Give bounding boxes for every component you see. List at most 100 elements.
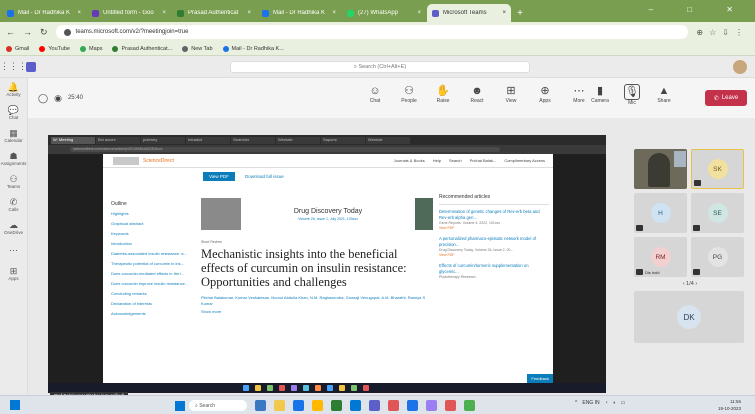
- wifi-icon[interactable]: ◔: [605, 400, 608, 406]
- chat-button[interactable]: ☺ Chat: [363, 84, 387, 104]
- participant-tile[interactable]: PG: [691, 237, 744, 277]
- recommended-title[interactable]: Determination of genetic changes of Rev-…: [439, 209, 549, 220]
- download-issue-link[interactable]: Download full issue: [245, 174, 284, 179]
- close-icon[interactable]: ×: [502, 10, 506, 16]
- gallery-pager[interactable]: ‹ 1/4 ›: [634, 281, 746, 287]
- outline-item[interactable]: Introduction: [111, 241, 193, 246]
- rail-item-onedrive[interactable]: ☁ OneDrive: [0, 216, 27, 238]
- outline-item[interactable]: Graphical abstract: [111, 221, 193, 226]
- close-icon[interactable]: ×: [332, 10, 336, 16]
- journal-name[interactable]: Drug Discovery Today: [249, 208, 407, 215]
- tray-arrow-icon[interactable]: ^: [575, 400, 577, 406]
- leave-button[interactable]: ✆ Leave: [705, 90, 747, 106]
- taskbar-app-icon[interactable]: [407, 400, 418, 411]
- browser-tab[interactable]: Microsoft Teams ×: [427, 4, 511, 22]
- participant-tile[interactable]: [634, 149, 687, 189]
- raise-button[interactable]: ✋ Raise: [431, 84, 455, 104]
- feedback-button[interactable]: Feedback: [527, 374, 553, 383]
- taskbar-app-icon[interactable]: [464, 400, 475, 411]
- participant-tile[interactable]: SE: [691, 193, 744, 233]
- browser-tab[interactable]: Untitled form - Goo ×: [87, 4, 171, 22]
- outline-item[interactable]: Does curcumin-mediated effects in the i.…: [111, 271, 193, 276]
- journal-cover[interactable]: [415, 198, 433, 230]
- close-icon[interactable]: ×: [417, 10, 421, 16]
- rail-item-calendar[interactable]: ▦ Calendar: [0, 124, 27, 146]
- recommended-pdf-link[interactable]: View PDF: [439, 253, 549, 257]
- site-nav-item[interactable]: Prichai Balak...: [470, 158, 497, 163]
- people-button[interactable]: ⚇ People: [397, 84, 421, 104]
- participant-tile[interactable]: DK: [634, 291, 744, 343]
- battery-icon[interactable]: ▭: [621, 400, 626, 406]
- site-nav-item[interactable]: Complimentary Access: [504, 158, 545, 163]
- widgets-icon[interactable]: [10, 400, 20, 410]
- bookmark-item[interactable]: Prasad Authenticat...: [112, 45, 172, 52]
- taskbar-app-icon[interactable]: [331, 400, 342, 411]
- outline-item[interactable]: Highlights: [111, 211, 193, 216]
- outline-item[interactable]: Declaration of interests: [111, 301, 193, 306]
- close-icon[interactable]: ×: [162, 10, 166, 16]
- forward-icon[interactable]: →: [23, 27, 32, 37]
- outline-item[interactable]: Acknowledgements: [111, 311, 193, 316]
- bookmark-item[interactable]: YouTube: [39, 45, 70, 52]
- taskbar-app-icon[interactable]: [426, 400, 437, 411]
- taskbar-app-icon[interactable]: [369, 400, 380, 411]
- close-icon[interactable]: ×: [77, 10, 81, 16]
- participant-tile[interactable]: SK: [691, 149, 744, 189]
- bookmark-item[interactable]: Gmail: [6, 45, 29, 52]
- rail-item-calls[interactable]: ✆ Calls: [0, 193, 27, 215]
- bookmark-item[interactable]: Maps: [80, 45, 102, 52]
- reload-icon[interactable]: ↻: [40, 27, 48, 38]
- browser-tab[interactable]: (27) WhatsApp ×: [342, 4, 426, 22]
- taskbar-app-icon[interactable]: [274, 400, 285, 411]
- react-button[interactable]: ☻ React: [465, 84, 489, 104]
- share-button[interactable]: ▲ Share: [652, 84, 676, 106]
- new-tab-button[interactable]: +: [512, 4, 528, 22]
- rail-item-teams[interactable]: ⚇ Teams: [0, 170, 27, 192]
- teams-search-input[interactable]: ⌕ Search (Ctrl+Alt+E): [230, 61, 530, 73]
- window-controls[interactable]: – □ ✕: [649, 5, 749, 14]
- mic-button[interactable]: 🎙 Mic: [620, 84, 644, 106]
- system-clock[interactable]: 11:56 19-10-2023: [718, 398, 741, 412]
- outline-item[interactable]: Diabetes-associated insulin resistance: …: [111, 251, 193, 256]
- rail-item-activity[interactable]: 🔔 Activity: [0, 78, 27, 100]
- camera-button[interactable]: ▮ Camera: [588, 84, 612, 106]
- browser-tab[interactable]: Mail - Dr Radhika K ×: [257, 4, 341, 22]
- start-button[interactable]: [175, 400, 185, 411]
- recommended-pdf-link[interactable]: View PDF: [439, 226, 549, 230]
- volume-icon[interactable]: ◖: [613, 400, 616, 406]
- site-nav-item[interactable]: Help: [433, 158, 441, 163]
- rail-item-more[interactable]: ⋯: [0, 239, 27, 261]
- taskbar-app-icon[interactable]: [293, 400, 304, 411]
- outline-item[interactable]: Does curcumin improve insulin resistance…: [111, 281, 193, 286]
- taskbar-app-icon[interactable]: [388, 400, 399, 411]
- participant-tile[interactable]: RM Dis hold: [634, 237, 687, 277]
- language-indicator[interactable]: ENG IN: [582, 400, 599, 406]
- recommended-title[interactable]: Effects of curcumin/turmeric supplementa…: [439, 263, 549, 274]
- app-launcher-icon[interactable]: ⋮⋮⋮: [0, 61, 27, 72]
- outline-item[interactable]: Therapeutic potential of curcumin in ins…: [111, 261, 193, 266]
- browser-tab[interactable]: Mail - Dr Radhika K ×: [2, 4, 86, 22]
- profile-avatar[interactable]: [733, 60, 747, 74]
- site-nav-item[interactable]: Journals & Books: [394, 158, 425, 163]
- taskbar-app-icon[interactable]: [255, 400, 266, 411]
- taskbar-app-icon[interactable]: [350, 400, 361, 411]
- url-field[interactable]: teams.microsoft.com/v2/?meetingjoin=true: [55, 25, 689, 39]
- article-authors[interactable]: Pitchai Balakumar, Kumar Venkatesan, Noo…: [201, 295, 433, 307]
- back-icon[interactable]: ←: [6, 27, 15, 37]
- bookmark-item[interactable]: New Tab: [182, 45, 213, 52]
- journal-volume[interactable]: Volume 26, Issue 1, July 2021, 103xxx: [249, 217, 407, 221]
- browser-tab[interactable]: Prasad Authenticat ×: [172, 4, 256, 22]
- rail-item-assignments[interactable]: ☗ Assignments: [0, 147, 27, 169]
- outline-item[interactable]: Keywords: [111, 231, 193, 236]
- rail-item-apps[interactable]: ⊞ Apps: [0, 262, 27, 284]
- apps-button[interactable]: ⊕ Apps: [533, 84, 557, 104]
- bookmark-item[interactable]: Mail - Dr Radhika K...: [222, 45, 284, 52]
- close-icon[interactable]: ×: [247, 10, 251, 16]
- meeting-info-icon[interactable]: ◯: [38, 93, 48, 104]
- view-button[interactable]: ⊞ View: [499, 84, 523, 104]
- view-pdf-button[interactable]: View PDF: [203, 172, 235, 181]
- rail-item-chat[interactable]: 💬 Chat: [0, 101, 27, 123]
- site-nav-item[interactable]: Search: [449, 158, 462, 163]
- participant-tile[interactable]: H: [634, 193, 687, 233]
- taskbar-app-icon[interactable]: [445, 400, 456, 411]
